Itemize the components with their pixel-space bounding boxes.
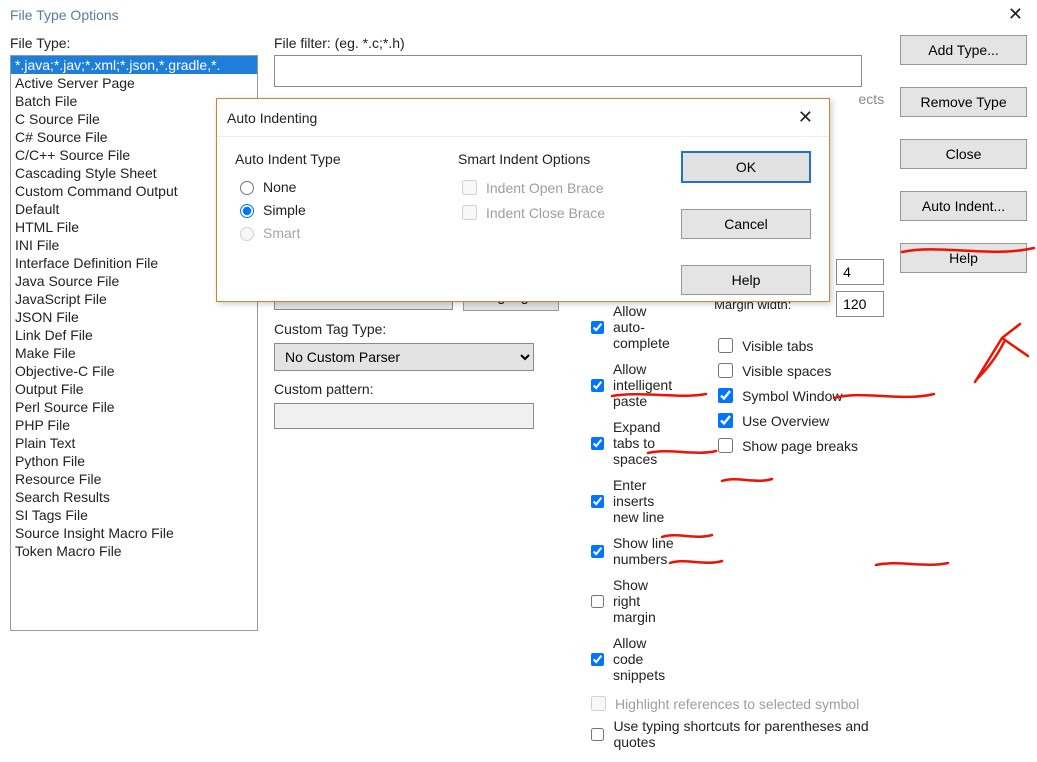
close-button[interactable]: Close — [900, 139, 1027, 169]
file-type-item[interactable]: Plain Text — [11, 434, 257, 452]
hidden-ects: ects — [852, 91, 884, 107]
opt-enter-newline[interactable]: Enter inserts new line — [587, 475, 674, 527]
file-type-item[interactable]: Objective-C File — [11, 362, 257, 380]
parsing-fieldset: Parsing Language: None Language... Custo… — [274, 235, 884, 752]
indent-close-brace: Indent Close Brace — [458, 200, 661, 225]
custom-tag-select[interactable]: No Custom Parser — [274, 343, 534, 371]
file-type-item[interactable]: Token Macro File — [11, 542, 257, 560]
file-type-item[interactable]: Output File — [11, 380, 257, 398]
file-type-label: File Type: — [10, 35, 258, 51]
modal-title: Auto Indenting — [227, 110, 317, 126]
file-type-item[interactable]: Search Results — [11, 488, 257, 506]
opt-allow-snippets[interactable]: Allow code snippets — [587, 633, 674, 685]
opt-show-line-numbers[interactable]: Show line numbers — [587, 533, 674, 569]
window-title: File Type Options — [10, 7, 119, 23]
tab-width-input[interactable] — [836, 259, 884, 285]
opt-show-right-margin[interactable]: Show right margin — [587, 575, 674, 627]
opt-expand-tabs[interactable]: Expand tabs to spaces — [587, 417, 674, 469]
file-type-item[interactable]: PHP File — [11, 416, 257, 434]
opt-typing-shortcuts[interactable]: Use typing shortcuts for parentheses and… — [587, 716, 884, 752]
modal-help-button[interactable]: Help — [681, 265, 811, 295]
indent-open-brace: Indent Open Brace — [458, 175, 661, 200]
auto-indent-type-label: Auto Indent Type — [235, 151, 438, 167]
add-type-button[interactable]: Add Type... — [900, 35, 1027, 65]
file-type-item[interactable]: JSON File — [11, 308, 257, 326]
file-type-item[interactable]: Perl Source File — [11, 398, 257, 416]
opt-highlight-refs: Highlight references to selected symbol — [587, 691, 884, 716]
file-type-item[interactable]: Source Insight Macro File — [11, 524, 257, 542]
modal-cancel-button[interactable]: Cancel — [681, 209, 811, 239]
file-type-item[interactable]: *.java;*.jav;*.xml;*.json,*.gradle,*. — [11, 56, 257, 74]
titlebar: File Type Options ✕ — [0, 0, 1037, 31]
close-icon[interactable]: ✕ — [1002, 4, 1029, 25]
radio-simple[interactable]: Simple — [235, 198, 438, 221]
help-button[interactable]: Help — [900, 243, 1027, 273]
opt-visible-spaces[interactable]: Visible spaces — [714, 358, 884, 383]
remove-type-button[interactable]: Remove Type — [900, 87, 1027, 117]
custom-tag-label: Custom Tag Type: — [274, 321, 386, 337]
file-type-item[interactable]: Active Server Page — [11, 74, 257, 92]
file-type-item[interactable]: Make File — [11, 344, 257, 362]
modal-close-icon[interactable]: ✕ — [792, 107, 819, 128]
file-type-item[interactable]: Python File — [11, 452, 257, 470]
opt-visible-tabs[interactable]: Visible tabs — [714, 333, 884, 358]
modal-ok-button[interactable]: OK — [681, 151, 811, 183]
custom-pattern-input — [274, 403, 534, 429]
file-type-item[interactable]: Link Def File — [11, 326, 257, 344]
opt-symbol-window[interactable]: Symbol Window — [714, 383, 884, 408]
margin-width-input[interactable] — [836, 291, 884, 317]
opt-use-overview[interactable]: Use Overview — [714, 408, 884, 433]
smart-indent-label: Smart Indent Options — [458, 151, 661, 167]
file-type-item[interactable]: Resource File — [11, 470, 257, 488]
auto-indenting-dialog: Auto Indenting ✕ Auto Indent Type None S… — [216, 98, 830, 302]
file-filter-input[interactable] — [274, 55, 862, 87]
radio-none[interactable]: None — [235, 175, 438, 198]
custom-pattern-label: Custom pattern: — [274, 381, 374, 397]
radio-smart[interactable]: Smart — [235, 221, 438, 244]
file-filter-label: File filter: (eg. *.c;*.h) — [274, 35, 884, 51]
file-type-item[interactable]: SI Tags File — [11, 506, 257, 524]
auto-indent-button[interactable]: Auto Indent... — [900, 191, 1027, 221]
opt-intel-paste[interactable]: Allow intelligent paste — [587, 359, 674, 411]
opt-show-page-breaks[interactable]: Show page breaks — [714, 433, 884, 458]
